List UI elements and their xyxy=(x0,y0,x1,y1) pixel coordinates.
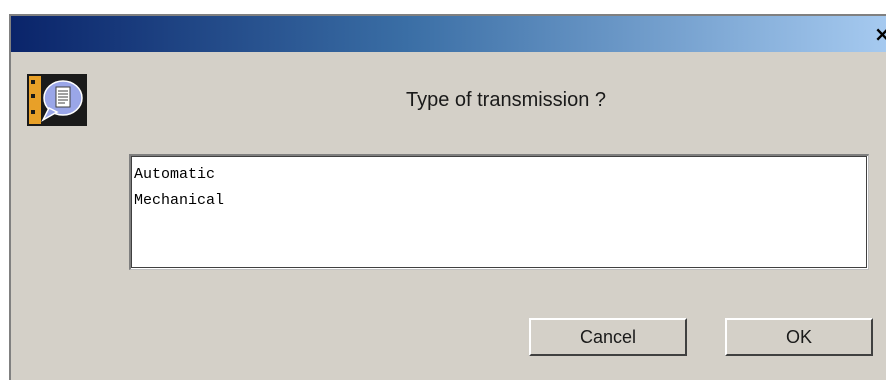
transmission-dialog: × Type of transmission ? Automatic Mecha… xyxy=(9,14,886,380)
transmission-options-list[interactable]: Automatic Mechanical xyxy=(129,154,869,270)
dialog-prompt: Type of transmission ? xyxy=(405,89,607,111)
speech-bubble-document-icon xyxy=(27,74,87,126)
cancel-button[interactable]: Cancel xyxy=(529,318,687,356)
list-item-automatic[interactable]: Automatic xyxy=(133,162,868,188)
title-bar[interactable]: × xyxy=(11,16,886,52)
ok-button[interactable]: OK xyxy=(725,318,873,356)
list-item-mechanical[interactable]: Mechanical xyxy=(133,188,868,214)
close-button[interactable]: × xyxy=(874,19,886,49)
